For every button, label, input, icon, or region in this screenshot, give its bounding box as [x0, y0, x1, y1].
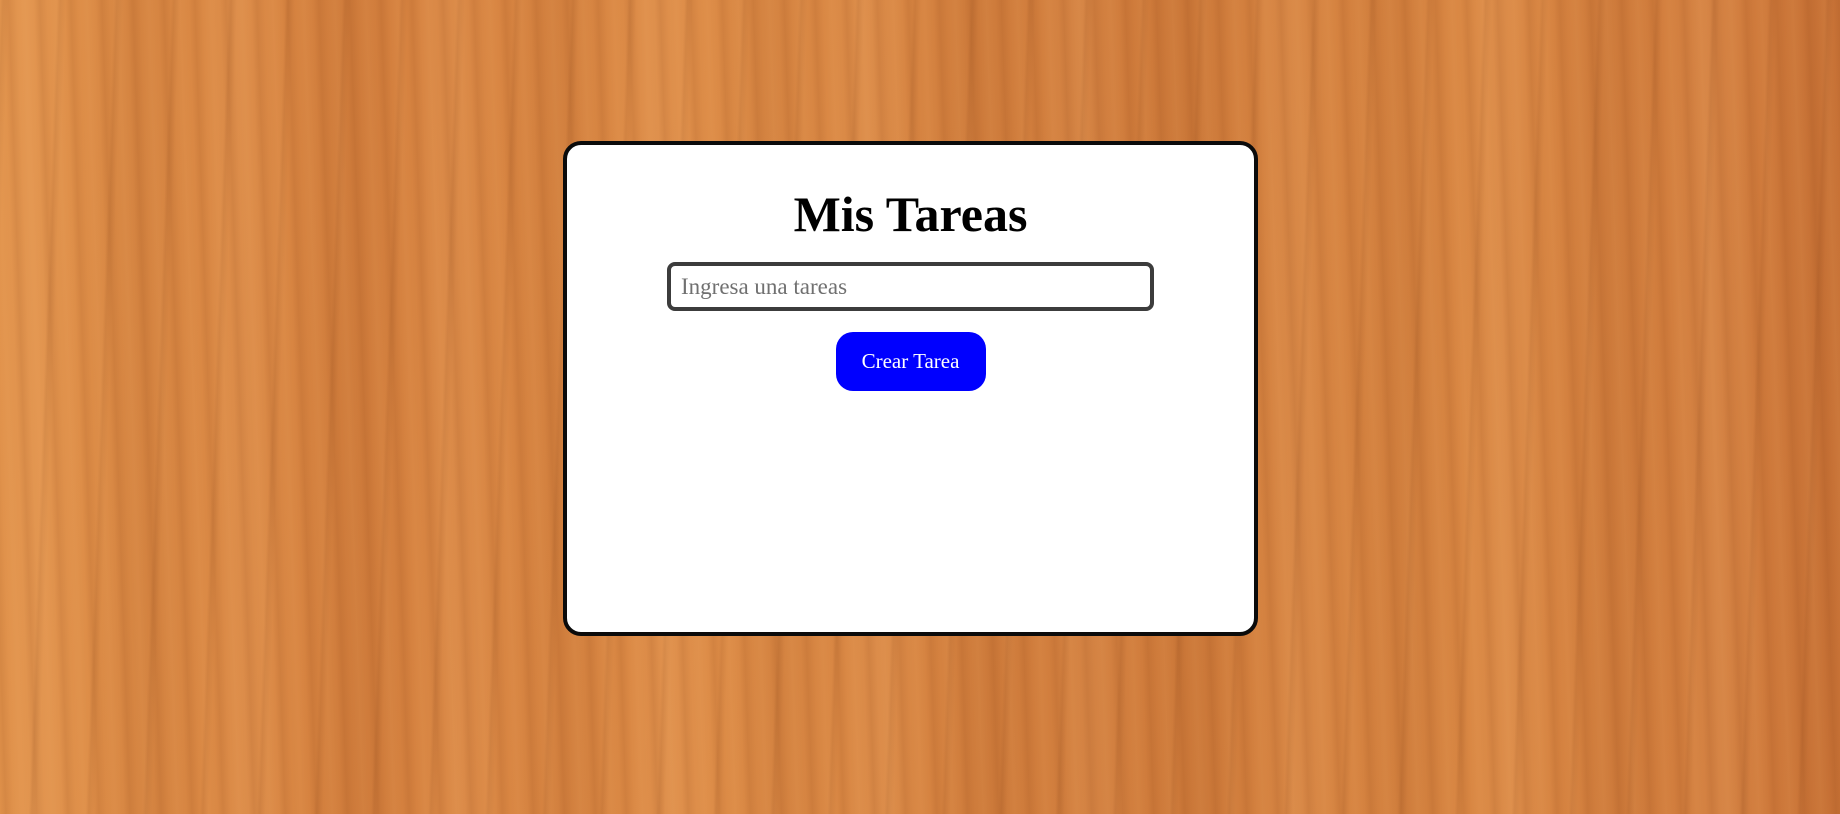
- wood-background: { "app": { "title": "Mis Tareas" }, "for…: [0, 0, 1840, 814]
- task-input[interactable]: [667, 262, 1154, 311]
- page-title: Mis Tareas: [793, 186, 1028, 242]
- create-task-button[interactable]: Crear Tarea: [835, 332, 986, 391]
- todo-card: Mis Tareas Crear Tarea: [563, 141, 1258, 636]
